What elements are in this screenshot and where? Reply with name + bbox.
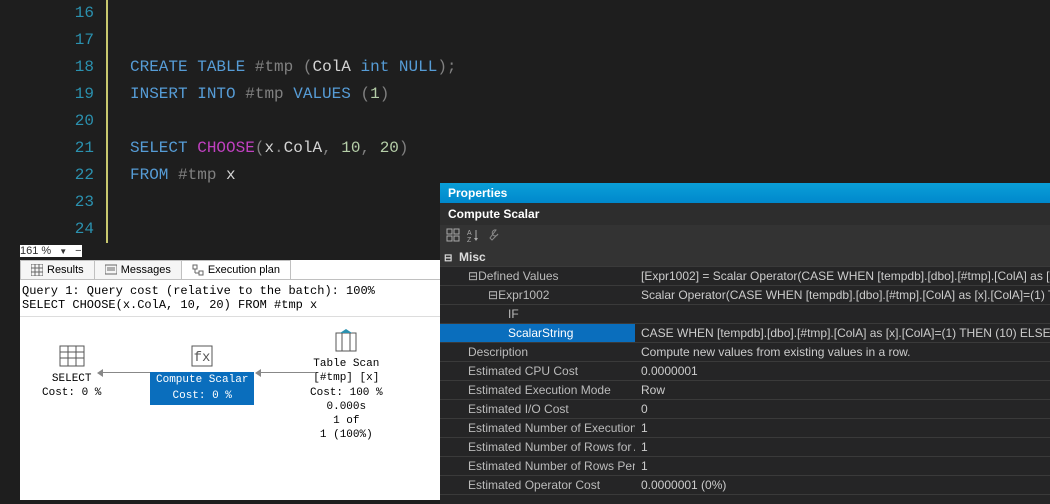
tab-results-label: Results — [47, 264, 84, 276]
query-sql-line: SELECT CHOOSE(x.ColA, 10, 20) FROM #tmp … — [22, 298, 438, 312]
property-key[interactable]: Estimated Number of Rows Per Ex — [440, 457, 635, 476]
zoom-indicator[interactable]: 161 % ▼ − — [20, 245, 82, 257]
plan-node-table-scan[interactable]: Table Scan [#tmp] [x] Cost: 100 % 0.000s… — [310, 327, 383, 443]
wrench-icon[interactable] — [486, 228, 500, 245]
compute-scalar-icon: fx — [188, 342, 216, 370]
property-value: Row — [635, 381, 1050, 400]
property-key[interactable]: Estimated Number of Rows for All — [440, 438, 635, 457]
code-line[interactable] — [130, 27, 457, 54]
line-number: 20 — [0, 108, 94, 135]
prop-expr1002-value: Scalar Operator(CASE WHEN [tempdb].[dbo]… — [635, 286, 1050, 305]
property-key[interactable]: Description — [440, 343, 635, 362]
properties-panel: Properties Compute Scalar AZ ⊟Misc ⊟Defi… — [440, 183, 1050, 504]
table-scan-icon — [332, 327, 360, 355]
plan-node-title: SELECT — [42, 372, 101, 386]
property-value: 0.0000001 — [635, 362, 1050, 381]
tab-results[interactable]: Results — [20, 260, 95, 279]
prop-if[interactable]: IF — [440, 305, 635, 324]
property-value: 0.0000001 (0%) — [635, 476, 1050, 495]
execution-plan-canvas[interactable]: SELECT Cost: 0 % fx Compute Scalar Cost:… — [20, 317, 440, 467]
grid-icon — [31, 264, 43, 276]
plan-connector — [260, 372, 315, 373]
property-value: Compute new values from existing values … — [635, 343, 1050, 362]
plan-node-time: 0.000s — [310, 400, 383, 414]
prop-scalar-string[interactable]: ScalarString — [440, 324, 635, 343]
tab-messages[interactable]: Messages — [94, 260, 182, 279]
output-tabs: Results Messages Execution plan — [20, 260, 440, 280]
properties-subtitle: Compute Scalar — [440, 203, 1050, 225]
messages-icon — [105, 264, 117, 276]
code-line[interactable]: CREATE TABLE #tmp (ColA int NULL); — [130, 54, 457, 81]
code-area[interactable]: CREATE TABLE #tmp (ColA int NULL);INSERT… — [108, 0, 457, 243]
properties-grid: ⊟Misc ⊟Defined Values [Expr1002] = Scala… — [440, 248, 1050, 495]
tab-execution-plan[interactable]: Execution plan — [181, 260, 291, 279]
categorized-icon[interactable] — [446, 228, 460, 245]
line-number: 16 — [0, 0, 94, 27]
chevron-down-icon[interactable]: ▼ — [59, 247, 67, 256]
line-number: 19 — [0, 81, 94, 108]
tab-execplan-label: Execution plan — [208, 264, 280, 276]
property-key[interactable]: Estimated CPU Cost — [440, 362, 635, 381]
line-number: 24 — [0, 216, 94, 243]
line-number: 18 — [0, 54, 94, 81]
property-key[interactable]: Estimated I/O Cost — [440, 400, 635, 419]
properties-title: Properties — [440, 183, 1050, 203]
plan-node-object: [#tmp] [x] — [310, 371, 383, 385]
plan-node-cost: Cost: 100 % — [310, 386, 383, 400]
line-number: 22 — [0, 162, 94, 189]
code-line[interactable]: INSERT INTO #tmp VALUES (1) — [130, 81, 457, 108]
svg-text:Z: Z — [467, 237, 472, 242]
plan-connector — [102, 372, 157, 373]
line-number: 23 — [0, 189, 94, 216]
plan-node-cost: Cost: 0 % — [42, 386, 101, 400]
prop-expr1002[interactable]: ⊟Expr1002 — [440, 286, 635, 305]
execution-plan-icon — [192, 264, 204, 276]
property-value: 1 — [635, 438, 1050, 457]
plan-node-compute-scalar[interactable]: fx Compute Scalar Cost: 0 % — [150, 342, 254, 405]
svg-text:A: A — [467, 230, 472, 237]
property-key[interactable]: Estimated Number of Executions — [440, 419, 635, 438]
property-value: 0 — [635, 400, 1050, 419]
line-gutter: 161718192021222324 — [0, 0, 108, 243]
sort-az-icon[interactable]: AZ — [466, 228, 480, 245]
select-icon — [58, 342, 86, 370]
plan-node-cost: Cost: 0 % — [150, 388, 254, 404]
query-cost-line: Query 1: Query cost (relative to the bat… — [22, 284, 438, 298]
property-key[interactable]: Estimated Execution Mode — [440, 381, 635, 400]
zoom-value: 161 % — [20, 245, 51, 257]
code-line[interactable] — [130, 0, 457, 27]
prop-if-value — [635, 305, 1050, 324]
prop-defined-values[interactable]: ⊟Defined Values — [440, 267, 635, 286]
property-key[interactable]: Estimated Operator Cost — [440, 476, 635, 495]
line-number: 17 — [0, 27, 94, 54]
code-line[interactable]: SELECT CHOOSE(x.ColA, 10, 20) — [130, 135, 457, 162]
tab-messages-label: Messages — [121, 264, 171, 276]
code-line[interactable] — [130, 189, 457, 216]
code-line[interactable] — [130, 108, 457, 135]
plan-node-rows1: 1 of — [310, 414, 383, 428]
prop-defined-values-value: [Expr1002] = Scalar Operator(CASE WHEN [… — [635, 267, 1050, 286]
property-group-misc[interactable]: ⊟Misc — [440, 248, 1050, 267]
svg-text:fx: fx — [194, 350, 211, 366]
code-line[interactable] — [130, 216, 457, 243]
plan-node-title: Table Scan — [310, 357, 383, 371]
property-value: 1 — [635, 419, 1050, 438]
property-value: 1 — [635, 457, 1050, 476]
properties-toolbar: AZ — [440, 225, 1050, 248]
plan-node-rows2: 1 (100%) — [310, 428, 383, 442]
line-number: 21 — [0, 135, 94, 162]
prop-scalar-string-value: CASE WHEN [tempdb].[dbo].[#tmp].[ColA] a… — [635, 324, 1050, 343]
plan-node-select[interactable]: SELECT Cost: 0 % — [42, 342, 101, 401]
plan-node-title: Compute Scalar — [150, 372, 254, 388]
minus-icon[interactable]: − — [75, 245, 81, 257]
query-header: Query 1: Query cost (relative to the bat… — [20, 280, 440, 317]
code-line[interactable]: FROM #tmp x — [130, 162, 457, 189]
results-pane: Results Messages Execution plan Query 1:… — [20, 260, 440, 500]
